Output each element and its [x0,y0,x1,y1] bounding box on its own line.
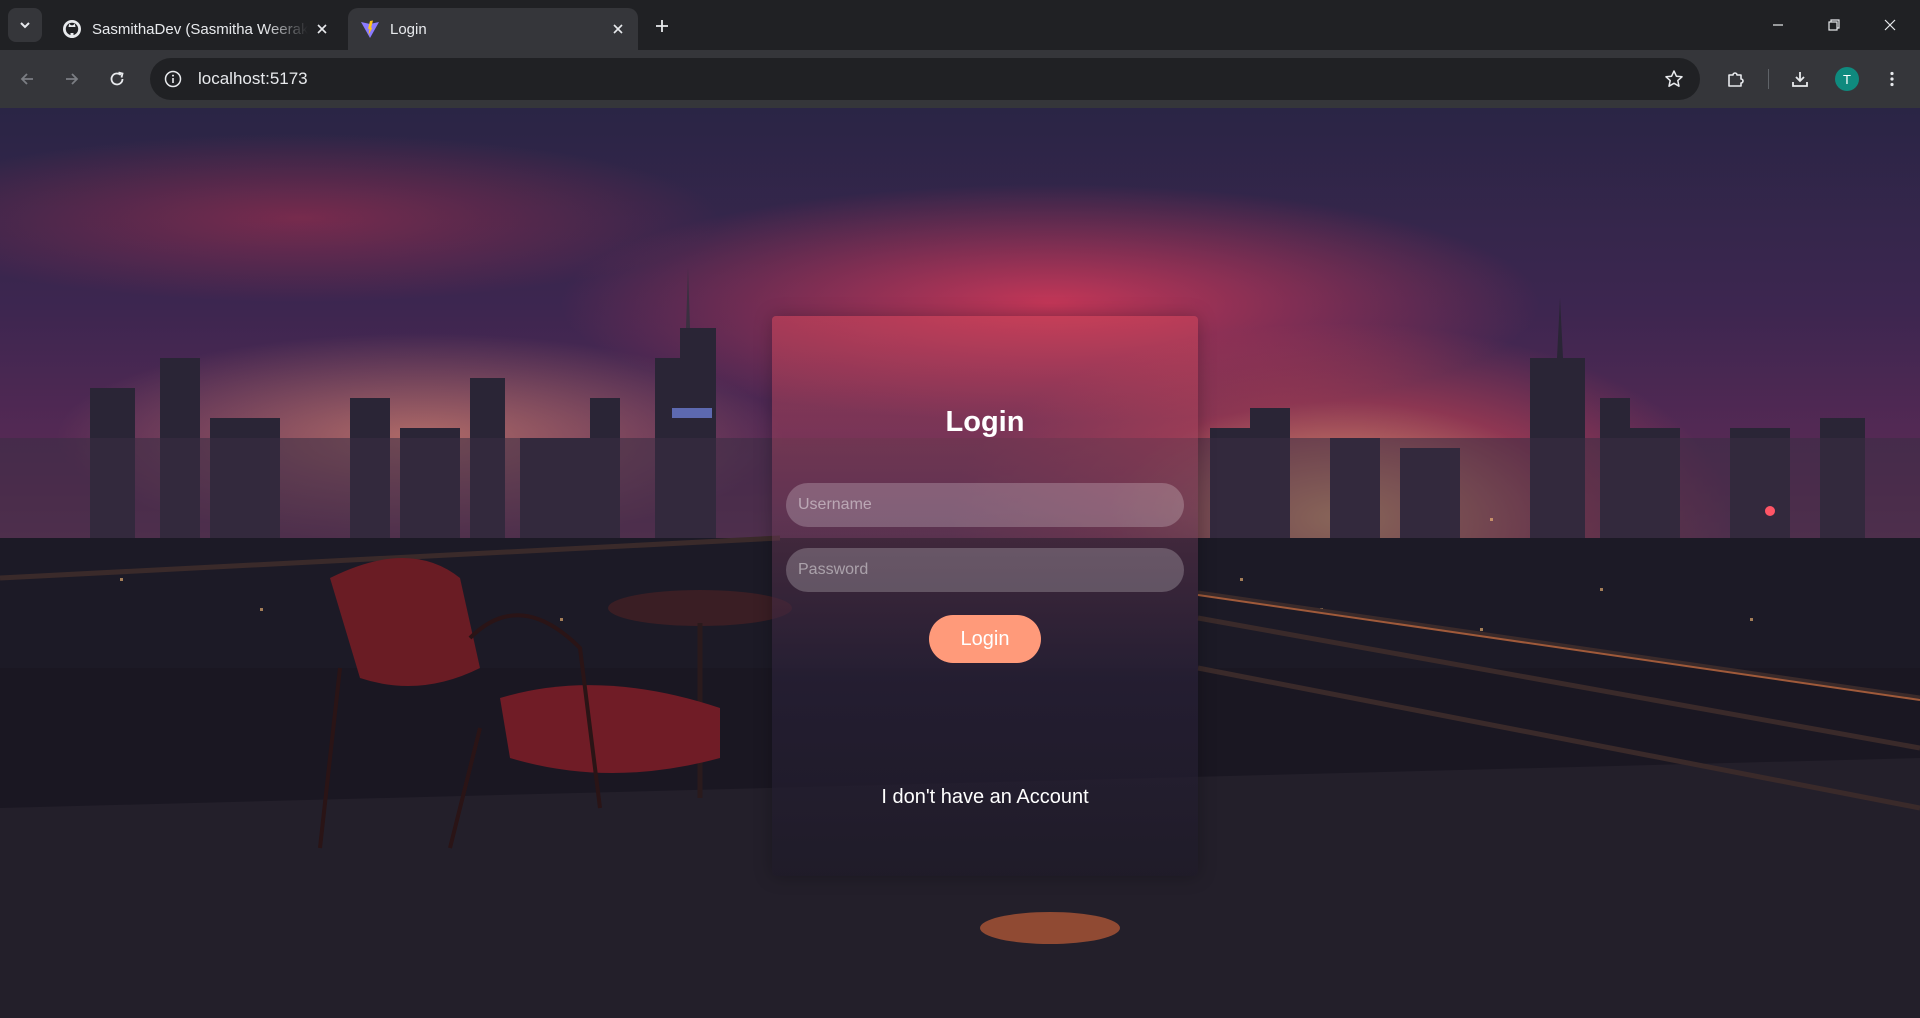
tab-search-button[interactable] [8,8,42,42]
bookmark-star-icon[interactable] [1654,59,1694,99]
profile-button[interactable]: T [1829,61,1865,97]
github-icon [62,19,82,39]
page-background: Login Login I don't have an Account [0,108,1920,1018]
password-input[interactable] [786,548,1184,592]
tab-github[interactable]: SasmithaDev (Sasmitha Weerakoon) [50,8,342,50]
chevron-down-icon [20,22,30,29]
site-info-icon[interactable] [152,58,194,100]
plus-icon [656,20,668,32]
more-vertical-icon [1890,71,1894,87]
back-button[interactable] [9,61,45,97]
reload-icon [110,71,124,86]
minimize-icon [1773,24,1783,26]
restore-icon [1828,19,1840,31]
forward-button[interactable] [54,61,90,97]
tab-title: SasmithaDev (Sasmitha Weerakoon) [92,20,308,38]
address-bar[interactable]: localhost:5173 [150,58,1700,100]
arrow-left-icon [20,73,33,85]
username-input[interactable] [786,483,1184,527]
menu-button[interactable] [1874,61,1910,97]
url-text[interactable]: localhost:5173 [198,69,1654,89]
tab-title: Login [390,20,427,38]
puzzle-icon [1728,72,1744,87]
restore-button[interactable] [1806,0,1862,50]
toolbar-divider [1768,69,1769,89]
arrow-right-icon [66,73,79,85]
close-tab-icon[interactable] [308,15,336,43]
close-window-button[interactable] [1862,0,1918,50]
avatar: T [1835,67,1859,91]
new-tab-button[interactable] [646,10,678,42]
tab-strip: SasmithaDev (Sasmitha Weerakoon) Login [0,0,1920,50]
login-title: Login [945,406,1025,438]
reload-button[interactable] [99,61,135,97]
login-button[interactable]: Login [929,615,1041,663]
browser-toolbar: localhost:5173 T [0,50,1920,108]
download-icon [1792,72,1808,87]
tab-login[interactable]: Login [348,8,638,50]
minimize-button[interactable] [1750,0,1806,50]
extensions-button[interactable] [1718,61,1754,97]
downloads-button[interactable] [1782,61,1818,97]
close-tab-icon[interactable] [604,15,632,43]
close-icon [1884,19,1896,31]
no-account-link[interactable]: I don't have an Account [772,786,1198,809]
vite-icon [360,19,380,39]
login-card: Login Login I don't have an Account [772,316,1198,876]
